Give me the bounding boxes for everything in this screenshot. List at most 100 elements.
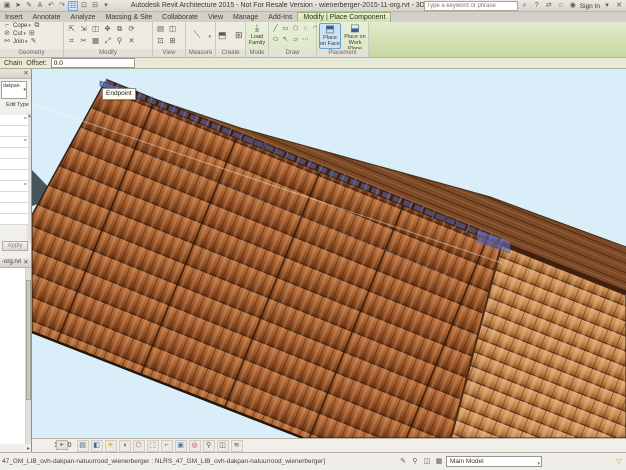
design-option-select[interactable]: Main Model ▾ <box>446 456 542 467</box>
property-row[interactable] <box>0 170 28 181</box>
load-family-button[interactable]: ⤓ Load Family <box>246 23 268 49</box>
move-icon[interactable]: ✥ <box>102 23 113 34</box>
properties-close-icon[interactable]: ✕ <box>22 69 30 78</box>
tab-massing-site[interactable]: Massing & Site <box>100 13 157 22</box>
exchange-icon[interactable]: ⇄ <box>544 1 554 11</box>
user-icon[interactable]: ◉ <box>568 1 578 11</box>
tab-add-ins[interactable]: Add-Ins <box>263 13 297 22</box>
detail-level-icon[interactable]: ▤ <box>77 440 89 452</box>
shadows-icon[interactable]: ◑ <box>119 440 131 452</box>
split-icon[interactable]: ✂ <box>78 35 89 46</box>
qat-caret-icon[interactable]: ▾ <box>101 1 111 11</box>
apply-button[interactable]: Apply <box>2 241 28 251</box>
create-group-icon[interactable]: ⬒ <box>216 29 228 41</box>
property-row[interactable]: = <box>0 115 28 126</box>
tab-collaborate[interactable]: Collaborate <box>157 13 203 22</box>
rendering-icon[interactable]: ⬡ <box>133 440 145 452</box>
thin-lines-icon[interactable]: ▤ <box>155 23 166 34</box>
measure-caret-icon[interactable]: ▾ <box>208 34 211 40</box>
property-row[interactable]: = <box>0 181 28 192</box>
options-grid-icon[interactable]: ▦ <box>434 457 444 467</box>
selection-filter-icon[interactable]: ▽ <box>616 457 622 467</box>
offset-icon[interactable]: ⇲ <box>78 23 89 34</box>
reveal-hidden-icon[interactable]: ◎ <box>189 440 201 452</box>
measure-ruler-icon[interactable]: ⟍ <box>190 29 204 43</box>
type-selector[interactable]: dakpan- ▾ <box>1 81 27 99</box>
property-row[interactable] <box>0 148 28 159</box>
signin-caret-icon[interactable]: ▾ <box>602 1 612 11</box>
association-icon[interactable]: = <box>24 116 27 122</box>
trim-icon[interactable]: ⌗ <box>66 35 77 46</box>
crop-view-icon[interactable]: ⬚ <box>147 440 159 452</box>
create-similar-icon[interactable]: ⊞ <box>233 29 245 41</box>
align-icon[interactable]: ⇱ <box>66 23 77 34</box>
search-input[interactable] <box>424 1 518 11</box>
chain-label[interactable]: Chain <box>4 60 22 67</box>
isolate-icon[interactable]: ⊡ <box>155 35 166 46</box>
favorites-icon[interactable]: ☆ <box>556 1 566 11</box>
app-window-icon[interactable]: ▣ <box>2 1 12 11</box>
hide-icon[interactable]: ◫ <box>167 23 178 34</box>
type-selector-caret-icon[interactable]: ▾ <box>23 87 26 93</box>
join-button[interactable]: ⚯ Join ▾ ✎ <box>0 38 63 46</box>
redo-icon[interactable]: ↷ <box>57 1 67 11</box>
demolish-icon[interactable]: ✎ <box>29 37 39 47</box>
cut-caret-icon[interactable]: ▾ <box>23 31 26 37</box>
design-options-icon[interactable]: ◫ <box>422 457 432 467</box>
mirror-icon[interactable]: ◫ <box>90 23 101 34</box>
search-icon[interactable]: ⌕ <box>520 1 530 11</box>
undo-icon[interactable]: ↶ <box>46 1 56 11</box>
tab-modify-place-component[interactable]: Modify | Place Component <box>297 12 391 22</box>
property-row[interactable]: = <box>0 137 28 148</box>
draw-more-icon[interactable]: ⋯ <box>300 34 311 45</box>
project-browser-hscroll-icon[interactable]: ▸ <box>27 445 30 452</box>
infocenter-close-icon[interactable]: ✕ <box>614 1 624 11</box>
property-row[interactable] <box>0 159 28 170</box>
pin-icon[interactable]: ⚲ <box>114 35 125 46</box>
window-icon[interactable]: ⊡ <box>79 1 89 11</box>
project-browser-tree[interactable] <box>0 268 26 444</box>
property-row[interactable] <box>0 126 28 137</box>
place-on-work-plane-button[interactable]: ⬓ Place on Work Plane <box>344 23 366 49</box>
graphics-icon[interactable]: ⊞ <box>167 35 178 46</box>
delete-icon[interactable]: ✕ <box>126 35 137 46</box>
visual-style-icon[interactable]: ◧ <box>91 440 103 452</box>
drawing-area[interactable] <box>32 69 626 438</box>
modify-arrow-icon[interactable]: ➤ <box>13 1 23 11</box>
panel-icon[interactable]: ⊟ <box>90 1 100 11</box>
array-icon[interactable]: ▦ <box>90 35 101 46</box>
ribbon-toggle-icon[interactable]: ☷ <box>68 1 78 11</box>
sign-in-button[interactable]: Sign In <box>580 3 600 10</box>
place-on-face-button[interactable]: ⬒ Place on Face <box>319 23 341 49</box>
copy-icon[interactable]: ⧉ <box>114 23 125 34</box>
project-browser-close-icon[interactable]: ✕ <box>22 258 30 267</box>
displacement-icon[interactable]: ◫ <box>217 440 229 452</box>
locked-3d-icon[interactable]: ⚲ <box>203 440 215 452</box>
tab-analyze[interactable]: Analyze <box>66 13 101 22</box>
tab-view[interactable]: View <box>203 13 228 22</box>
crop-visibility-icon[interactable]: ⌐ <box>161 440 173 452</box>
text-icon[interactable]: A <box>35 1 45 11</box>
tab-manage[interactable]: Manage <box>228 13 263 22</box>
join-caret-icon[interactable]: ▾ <box>25 39 28 45</box>
pen-icon[interactable]: ✎ <box>24 1 34 11</box>
association-icon[interactable]: = <box>24 138 27 144</box>
project-browser-header[interactable]: -org.rvt ✕ <box>0 258 31 268</box>
edit-type-button[interactable]: Edit Type <box>6 102 29 108</box>
property-row[interactable] <box>0 214 28 225</box>
property-row[interactable] <box>0 192 28 203</box>
properties-header[interactable]: ✕ <box>0 69 31 79</box>
scale-icon[interactable]: ⤢ <box>102 35 113 46</box>
offset-input[interactable] <box>51 58 135 68</box>
links-icon[interactable]: ⚲ <box>410 457 420 467</box>
property-row[interactable] <box>0 203 28 214</box>
temporary-hide-icon[interactable]: ▣ <box>175 440 187 452</box>
project-browser-scrollbar[interactable] <box>26 268 31 444</box>
rotate-icon[interactable]: ⟳ <box>126 23 137 34</box>
association-icon[interactable]: = <box>24 182 27 188</box>
help-icon[interactable]: ? <box>532 1 542 11</box>
sun-path-icon[interactable]: ☀ <box>105 440 117 452</box>
worksets-icon[interactable]: ✎ <box>398 457 408 467</box>
hscroll-arrow-icon[interactable]: ▸ <box>56 440 68 450</box>
analysis-icon[interactable]: ≋ <box>231 440 243 452</box>
